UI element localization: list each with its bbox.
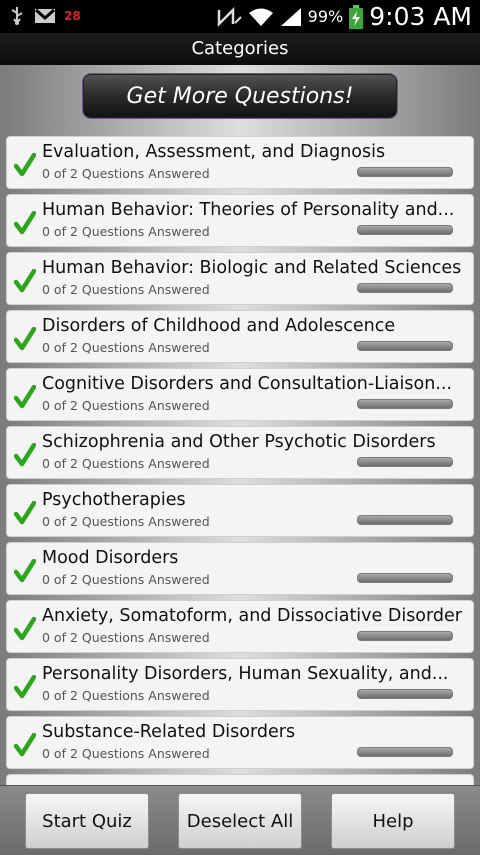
checkmark-icon [14,327,36,351]
wifi-icon [248,8,273,26]
category-title: Human Behavior: Biologic and Related Sci… [42,258,462,278]
battery-percent: 99% [307,7,344,26]
category-progress-text: 0 of 2 Questions Answered [42,456,210,471]
category-title: Substance-Related Disorders [42,722,296,742]
category-title: Evaluation, Assessment, and Diagnosis [42,142,386,162]
category-title: Human Behavior: Theories of Personality … [42,200,455,220]
category-progress-text: 0 of 2 Questions Answered [42,224,210,239]
battery-charging-icon [349,4,364,29]
category-progress-bar [357,515,453,525]
category-progress-bar [357,573,453,583]
notification-count: 28 [64,9,81,23]
status-bar-left: 28 [10,4,81,28]
checkmark-icon [14,211,36,235]
signal-icon [280,7,301,26]
category-progress-text: 0 of 2 Questions Answered [42,166,210,181]
category-progress-text: 0 of 2 Questions Answered [42,572,210,587]
category-progress-text: 0 of 2 Questions Answered [42,746,210,761]
checkmark-icon [14,385,36,409]
category-item[interactable]: Schizophrenia and Other Psychotic Disord… [6,426,474,479]
category-progress-text: 0 of 2 Questions Answered [42,340,210,355]
start-quiz-button[interactable]: Start Quiz [25,793,149,849]
category-progress-bar [357,341,453,351]
category-progress-bar [357,631,453,641]
category-title: Schizophrenia and Other Psychotic Disord… [42,432,436,452]
category-progress-bar [357,225,453,235]
deselect-all-button[interactable]: Deselect All [178,793,302,849]
category-title: Cognitive Disorders and Consultation-Lia… [42,374,452,394]
category-progress-text: 0 of 2 Questions Answered [42,398,210,413]
category-item[interactable]: Psychotherapies 0 of 2 Questions Answered [6,484,474,537]
page-title: Categories [191,38,289,59]
category-title: Psychotherapies [42,490,186,510]
category-item[interactable]: Substance-Related Disorders 0 of 2 Questi… [6,716,474,769]
content-area[interactable]: Get More Questions! Evaluation, Assessme… [0,65,480,785]
category-item[interactable]: Personality Disorders, Human Sexuality, … [6,658,474,711]
category-item-partial[interactable] [6,774,474,785]
category-item[interactable]: Disorders of Childhood and Adolescence 0 … [6,310,474,363]
usb-icon [11,7,23,25]
category-item[interactable]: Anxiety, Somatoform, and Dissociative Di… [6,600,474,653]
category-item[interactable]: Mood Disorders 0 of 2 Questions Answered [6,542,474,595]
category-progress-bar [357,399,453,409]
clock: 9:03 AM [369,2,472,31]
category-title: Mood Disorders [42,548,179,568]
category-item[interactable]: Cognitive Disorders and Consultation-Lia… [6,368,474,421]
category-progress-bar [357,457,453,467]
status-bar-right: 99% 9:03 AM [216,0,472,33]
category-item[interactable]: Human Behavior: Biologic and Related Sci… [6,252,474,305]
bottom-bar: Start Quiz Deselect All Help [0,785,480,855]
category-item[interactable]: Human Behavior: Theories of Personality … [6,194,474,247]
gmail-icon [35,8,55,23]
category-item[interactable]: Evaluation, Assessment, and Diagnosis 0 o… [6,136,474,189]
checkmark-icon [14,501,36,525]
category-progress-bar [357,689,453,699]
title-bar: Categories [0,33,480,66]
checkmark-icon [14,269,36,293]
checkmark-icon [14,443,36,467]
status-bar: 28 99% 9:03 AM [0,0,480,33]
category-list[interactable]: Evaluation, Assessment, and Diagnosis 0 o… [6,136,474,785]
category-progress-bar [357,283,453,293]
category-progress-text: 0 of 2 Questions Answered [42,630,210,645]
category-progress-text: 0 of 2 Questions Answered [42,514,210,529]
category-progress-text: 0 of 2 Questions Answered [42,282,210,297]
category-title: Disorders of Childhood and Adolescence [42,316,396,336]
category-progress-bar [357,167,453,177]
checkmark-icon [14,617,36,641]
help-button[interactable]: Help [331,793,455,849]
nfc-icon [217,6,242,27]
checkmark-icon [14,675,36,699]
category-title: Anxiety, Somatoform, and Dissociative Di… [42,606,462,626]
checkmark-icon [14,559,36,583]
checkmark-icon [14,733,36,757]
category-progress-text: 0 of 2 Questions Answered [42,688,210,703]
category-progress-bar [357,747,453,757]
category-title: Personality Disorders, Human Sexuality, … [42,664,449,684]
get-more-questions-button[interactable]: Get More Questions! [82,73,398,119]
checkmark-icon [14,153,36,177]
